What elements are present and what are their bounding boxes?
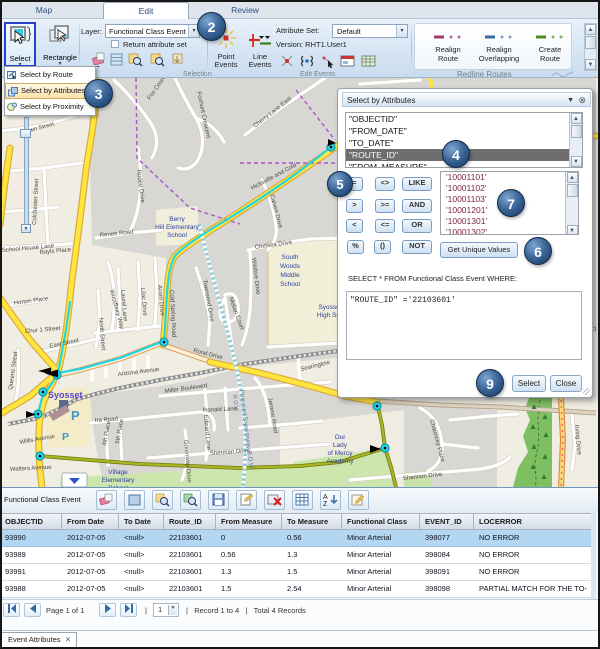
svg-text:Chur 1 Street: Chur 1 Street: [25, 326, 61, 335]
svg-text:Middle: Middle: [280, 272, 300, 279]
svg-text:Syosset: Syosset: [48, 390, 83, 400]
svg-text:Arizona Avenue: Arizona Avenue: [118, 367, 161, 378]
svg-text:Horton Place: Horton Place: [13, 296, 49, 307]
svg-text:School: School: [167, 232, 187, 239]
svg-text:Berry: Berry: [169, 216, 185, 223]
svg-text:Academy: Academy: [326, 458, 354, 465]
svg-text:School: School: [280, 281, 300, 288]
svg-text:P: P: [71, 408, 80, 423]
svg-text:P: P: [62, 431, 69, 443]
svg-text:Woods: Woods: [280, 263, 301, 270]
svg-text:Village: Village: [108, 469, 128, 476]
svg-text:A: A: [323, 494, 328, 501]
svg-text:Colchester Street: Colchester Street: [32, 178, 40, 225]
svg-text:Walters Avenue: Walters Avenue: [10, 465, 53, 473]
svg-text:Elementary: Elementary: [102, 477, 136, 484]
svg-text:Hill Elementary: Hill Elementary: [155, 224, 199, 231]
svg-text:of Mercy: of Mercy: [328, 450, 354, 457]
svg-text:Lady: Lady: [333, 442, 348, 449]
svg-text:Our: Our: [335, 434, 347, 441]
svg-text:South: South: [282, 254, 299, 261]
svg-text:Searingtow: Searingtow: [300, 360, 331, 373]
svg-text:Z: Z: [323, 501, 328, 508]
